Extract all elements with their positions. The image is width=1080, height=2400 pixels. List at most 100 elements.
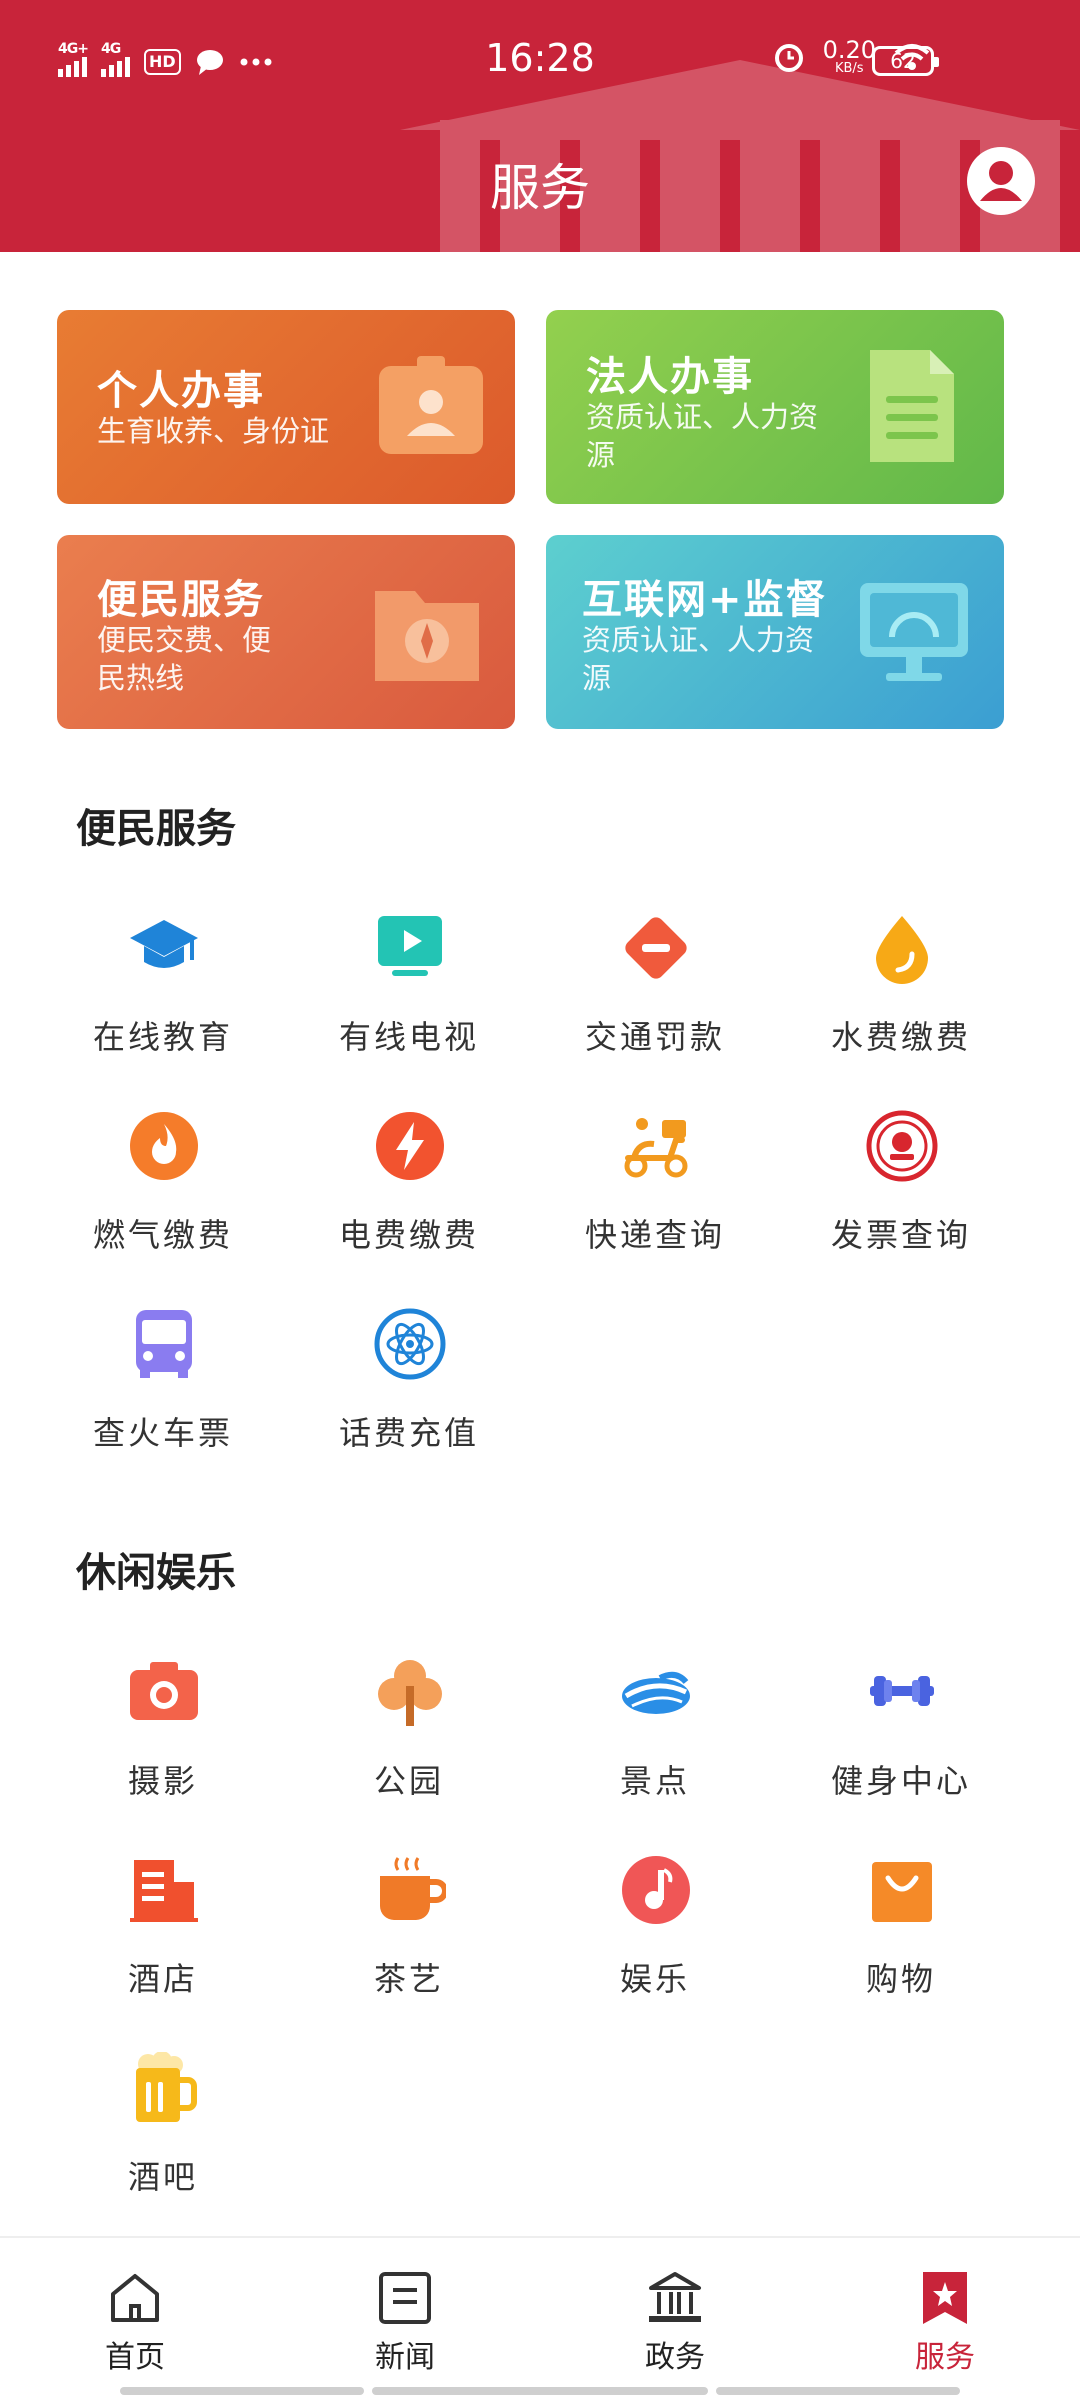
- service-label: 电费缴费: [338, 1216, 479, 1254]
- section-title-leisure: 休闲娱乐: [76, 1550, 236, 1596]
- news-icon: [379, 2272, 431, 2324]
- service-label: 在线教育: [92, 1018, 233, 1056]
- leisure-label: 摄影: [127, 1762, 198, 1800]
- id-card-icon: [379, 356, 483, 454]
- card-subtitle: 生育收养、身份证: [97, 414, 330, 448]
- nav-services[interactable]: 服务: [865, 2270, 1025, 2380]
- folder-compass-icon: [375, 591, 479, 681]
- monitor-icon: [860, 583, 968, 681]
- water-drop-icon: [876, 916, 928, 984]
- beer-icon: [136, 2052, 197, 2122]
- page-title: 服务: [490, 159, 590, 217]
- tree-icon: [378, 1660, 442, 1726]
- teacup-icon: [380, 1857, 446, 1920]
- leisure-park[interactable]: 公园: [286, 1656, 532, 1836]
- card-convenience-services[interactable]: 便民服务 便民交费、便民热线: [57, 535, 515, 729]
- landscape-icon: [622, 1671, 690, 1714]
- card-title: 便民服务: [97, 577, 265, 623]
- camera-icon: [130, 1662, 198, 1720]
- card-title: 互联网+监督: [582, 577, 828, 623]
- gesture-bar-right: [716, 2387, 960, 2395]
- nav-label: 新闻: [375, 2340, 435, 2375]
- card-subtitle: 资质认证、人力资源: [582, 623, 815, 695]
- battery-level: 62: [890, 49, 916, 73]
- service-train-tickets[interactable]: 查火车票: [40, 1308, 286, 1488]
- leisure-fitness-center[interactable]: 健身中心: [778, 1656, 1024, 1836]
- flame-icon: [130, 1112, 198, 1180]
- service-label: 快递查询: [584, 1216, 725, 1254]
- service-label: 水费缴费: [830, 1018, 971, 1056]
- service-phone-recharge[interactable]: 话费充值: [286, 1308, 532, 1488]
- service-label: 查火车票: [92, 1414, 233, 1452]
- service-traffic-fines[interactable]: 交通罚款: [532, 912, 778, 1092]
- leisure-label: 健身中心: [830, 1762, 971, 1800]
- service-online-education[interactable]: 在线教育: [40, 912, 286, 1092]
- nav-label: 服务: [915, 2340, 975, 2375]
- user-avatar-button[interactable]: [967, 147, 1035, 215]
- home-icon: [111, 2274, 159, 2322]
- leisure-label: 娱乐: [619, 1960, 690, 1998]
- gesture-bar-left: [120, 2387, 364, 2395]
- leisure-bar[interactable]: 酒吧: [40, 2052, 286, 2232]
- government-icon: [649, 2272, 701, 2322]
- service-label: 话费充值: [338, 1414, 479, 1452]
- service-water-bill[interactable]: 水费缴费: [778, 912, 1024, 1092]
- music-note-icon: [622, 1856, 690, 1924]
- bottom-navigation: 首页 新闻 政务 服务: [0, 2236, 1080, 2400]
- card-subtitle: 资质认证、人力资源: [586, 400, 819, 472]
- leisure-entertainment[interactable]: 娱乐: [532, 1854, 778, 2034]
- bus-icon: [136, 1310, 192, 1378]
- dumbbell-icon: [870, 1676, 934, 1706]
- bookmark-star-icon: [923, 2272, 967, 2324]
- alarm-icon: [774, 43, 803, 72]
- leisure-hotel[interactable]: 酒店: [40, 1854, 286, 2034]
- leisure-photography[interactable]: 摄影: [40, 1656, 286, 1836]
- graduation-cap-icon: [130, 920, 198, 968]
- emblem-icon: [866, 1110, 938, 1182]
- lightning-icon: [376, 1112, 444, 1180]
- document-icon: [870, 350, 954, 462]
- header: 4G+ 4G HD 16:28 0.20 KB/s 62 服务: [0, 0, 1080, 252]
- service-express-tracking[interactable]: 快递查询: [532, 1110, 778, 1290]
- leisure-shopping[interactable]: 购物: [778, 1854, 1024, 2034]
- service-label: 发票查询: [830, 1216, 971, 1254]
- nav-news[interactable]: 新闻: [325, 2270, 485, 2380]
- net-speed-unit: KB/s: [834, 61, 864, 76]
- leisure-tea-art[interactable]: 茶艺: [286, 1854, 532, 2034]
- nav-government[interactable]: 政务: [595, 2270, 755, 2380]
- tv-icon: [378, 916, 442, 976]
- card-personal-affairs[interactable]: 个人办事 生育收养、身份证: [57, 310, 515, 504]
- leisure-scenic-spots[interactable]: 景点: [532, 1656, 778, 1836]
- leisure-label: 公园: [373, 1762, 444, 1800]
- leisure-label: 景点: [619, 1762, 690, 1800]
- net-speed-value: 0.20: [822, 36, 876, 64]
- card-internet-supervision[interactable]: 互联网+监督 资质认证、人力资源: [546, 535, 1004, 729]
- service-invoice-query[interactable]: 发票查询: [778, 1110, 1024, 1290]
- service-electricity-bill[interactable]: 电费缴费: [286, 1110, 532, 1290]
- leisure-label: 酒吧: [127, 2158, 198, 2196]
- user-icon: [980, 161, 1022, 201]
- card-title: 个人办事: [97, 368, 265, 414]
- shopping-bag-icon: [872, 1862, 932, 1922]
- hotel-icon: [130, 1860, 198, 1922]
- leisure-label: 购物: [865, 1960, 936, 1998]
- card-subtitle: 便民交费、便民热线: [97, 623, 272, 695]
- no-entry-icon: [625, 917, 687, 979]
- net-speed: 0.20 KB/s: [823, 38, 876, 75]
- service-label: 交通罚款: [584, 1018, 725, 1056]
- card-title: 法人办事: [586, 354, 754, 400]
- card-legal-affairs[interactable]: 法人办事 资质认证、人力资源: [546, 310, 1004, 504]
- nav-label: 政务: [645, 2340, 705, 2375]
- service-cable-tv[interactable]: 有线电视: [286, 912, 532, 1092]
- battery-icon: 62: [872, 46, 939, 76]
- section-title-convenience: 便民服务: [76, 806, 236, 852]
- gesture-bar-center: [372, 2387, 708, 2395]
- nav-home[interactable]: 首页: [55, 2270, 215, 2380]
- service-gas-bill[interactable]: 燃气缴费: [40, 1110, 286, 1290]
- leisure-label: 茶艺: [373, 1960, 444, 1998]
- atom-icon: [374, 1308, 446, 1380]
- service-label: 有线电视: [338, 1018, 479, 1056]
- service-label: 燃气缴费: [92, 1216, 233, 1254]
- leisure-label: 酒店: [127, 1960, 198, 1998]
- delivery-scooter-icon: [624, 1118, 688, 1178]
